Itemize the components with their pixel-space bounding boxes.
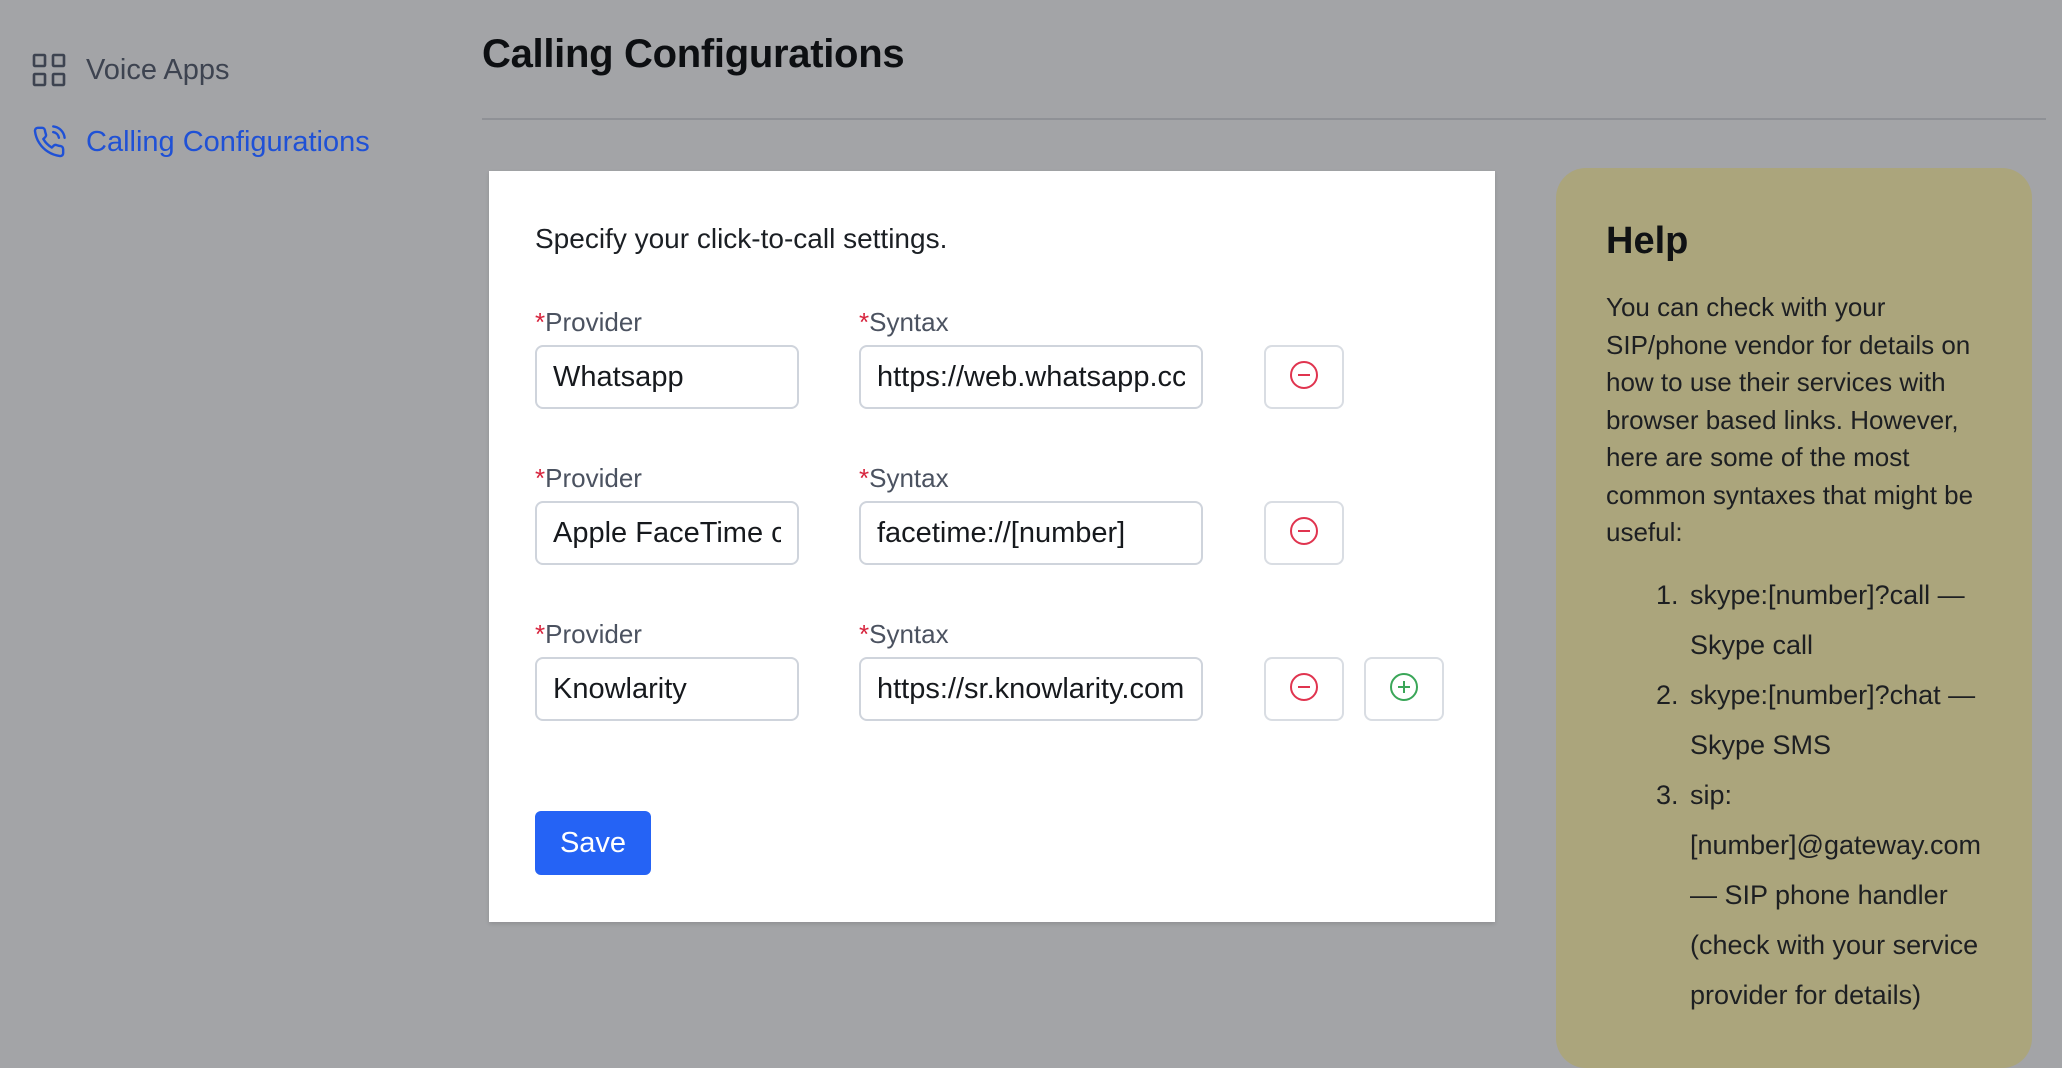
help-panel: Help You can check with your SIP/phone v… <box>1556 168 2032 1068</box>
syntax-examples-list: skype:[number]?call — Skype call skype:[… <box>1606 570 1982 1020</box>
provider-input[interactable] <box>535 501 799 565</box>
syntax-label: *Syntax <box>859 463 949 493</box>
list-item: sip:[number]@gateway.com — SIP phone han… <box>1686 770 1982 1020</box>
provider-row: *Provider *Syntax <box>489 463 1495 573</box>
minus-circle-icon <box>1289 360 1319 395</box>
syntax-input[interactable] <box>859 657 1203 721</box>
calling-settings-card: Specify your click-to-call settings. *Pr… <box>489 171 1495 922</box>
provider-label: *Provider <box>535 619 642 649</box>
plus-circle-icon <box>1389 672 1419 707</box>
syntax-label: *Syntax <box>859 619 949 649</box>
provider-row: *Provider *Syntax <box>489 307 1495 417</box>
syntax-label: *Syntax <box>859 307 949 337</box>
remove-row-button[interactable] <box>1264 501 1344 565</box>
header-divider <box>482 118 2046 120</box>
help-title: Help <box>1606 220 1689 262</box>
sidebar-item-calling-configurations[interactable]: Calling Configurations <box>32 120 370 164</box>
syntax-input[interactable] <box>859 501 1203 565</box>
add-row-button[interactable] <box>1364 657 1444 721</box>
settings-intro: Specify your click-to-call settings. <box>535 223 948 254</box>
provider-label: *Provider <box>535 307 642 337</box>
provider-row: *Provider *Syntax <box>489 619 1495 729</box>
sidebar: Voice Apps Calling Configurations <box>0 0 440 1054</box>
sidebar-item-label: Voice Apps <box>86 53 230 86</box>
syntax-input[interactable] <box>859 345 1203 409</box>
grid-icon <box>32 53 66 87</box>
required-mark: * <box>535 307 546 337</box>
minus-circle-icon <box>1289 672 1319 707</box>
required-mark: * <box>859 463 870 493</box>
page-title: Calling Configurations <box>482 32 905 76</box>
sidebar-item-label: Calling Configurations <box>86 125 370 158</box>
required-mark: * <box>535 463 546 493</box>
list-item: skype:[number]?chat — Skype SMS <box>1686 670 1982 770</box>
phone-call-icon <box>32 125 66 159</box>
remove-row-button[interactable] <box>1264 345 1344 409</box>
required-mark: * <box>535 619 546 649</box>
required-mark: * <box>859 619 870 649</box>
provider-input[interactable] <box>535 345 799 409</box>
provider-input[interactable] <box>535 657 799 721</box>
save-button[interactable]: Save <box>535 811 651 875</box>
provider-label: *Provider <box>535 463 642 493</box>
list-item: skype:[number]?call — Skype call <box>1686 570 1982 670</box>
sidebar-item-voice-apps[interactable]: Voice Apps <box>32 48 230 92</box>
minus-circle-icon <box>1289 516 1319 551</box>
remove-row-button[interactable] <box>1264 657 1344 721</box>
help-text: You can check with your SIP/phone vendor… <box>1606 292 1974 547</box>
required-mark: * <box>859 307 870 337</box>
